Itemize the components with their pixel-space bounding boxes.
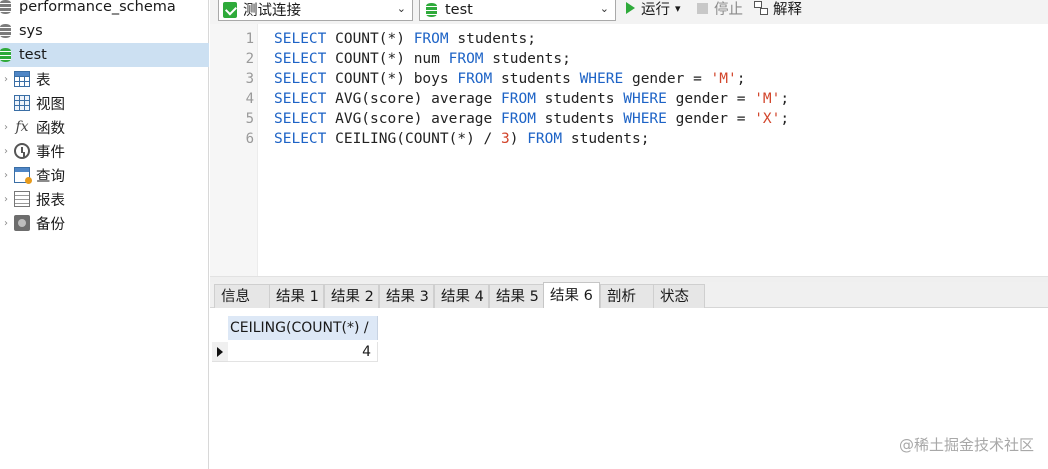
tree-item-reports[interactable]: › 报表 (0, 187, 209, 211)
tree-item-views[interactable]: 视图 (0, 91, 209, 115)
tree-item-label: 查询 (36, 168, 65, 185)
tree-item-functions[interactable]: › fx 函数 (0, 115, 209, 139)
line-number: 1 (245, 31, 254, 47)
expand-icon[interactable]: › (0, 122, 12, 133)
tab-result-3[interactable]: 结果 3 (379, 284, 434, 308)
report-icon (14, 191, 30, 207)
chevron-down-icon: ⌄ (599, 2, 609, 15)
column-header[interactable]: CEILING(COUNT(*) / (228, 316, 378, 340)
chevron-down-icon: ⌄ (396, 2, 406, 15)
line-number: 6 (245, 131, 254, 147)
connection-select-value: 测试连接 (243, 3, 301, 19)
tab-result-4[interactable]: 结果 4 (434, 284, 489, 308)
tree-db-label: test (19, 47, 47, 63)
stop-icon (697, 2, 708, 14)
tab-result-6[interactable]: 结果 6 (543, 282, 600, 309)
tree-item-events[interactable]: › 事件 (0, 139, 209, 163)
tree-db-label: performance_schema (19, 0, 176, 15)
explain-button-label: 解释 (773, 1, 802, 18)
tree-item-label: 表 (36, 72, 51, 89)
code-line: SELECT AVG(score) average FROM students … (274, 91, 790, 107)
tree-item-label: 视图 (36, 96, 65, 113)
event-icon (14, 143, 30, 159)
code-line: SELECT COUNT(*) num FROM students; (274, 51, 571, 67)
run-dropdown-icon[interactable]: ▾ (675, 2, 681, 15)
table-icon (14, 71, 30, 87)
connection-select[interactable]: 测试连接 ⌄ (218, 0, 413, 21)
tree-item-label: 事件 (36, 144, 65, 161)
expand-icon[interactable]: › (0, 74, 12, 85)
tree-item-label: 函数 (36, 120, 65, 137)
database-icon (0, 24, 11, 38)
line-number-gutter: 1 2 3 4 5 6 (210, 24, 258, 276)
view-icon (14, 95, 30, 111)
tab-info[interactable]: 信息 (214, 284, 270, 308)
code-line: SELECT COUNT(*) FROM students; (274, 31, 536, 47)
sql-editor[interactable]: 1 2 3 4 5 6 SELECT COUNT(*) FROM student… (210, 24, 1048, 276)
tree-item-label: 备份 (36, 216, 65, 233)
tab-result-2[interactable]: 结果 2 (324, 284, 379, 308)
line-number: 4 (245, 91, 254, 107)
explain-icon (754, 1, 769, 15)
expand-icon[interactable]: › (0, 194, 12, 205)
backup-icon (14, 215, 30, 231)
play-icon (626, 2, 635, 14)
tab-profile[interactable]: 剖析 (600, 284, 654, 308)
expand-icon[interactable]: › (0, 218, 12, 229)
code-line: SELECT COUNT(*) boys FROM students WHERE… (274, 71, 746, 87)
query-icon (14, 167, 32, 184)
tree-db-test[interactable]: test (0, 43, 209, 67)
tree-db-label: sys (19, 23, 43, 39)
line-number: 3 (245, 71, 254, 87)
run-button-label: 运行 (641, 1, 670, 18)
query-toolbar: 测试连接 ⌄ test ⌄ 运行 ▾ 停止 解释 (210, 0, 1048, 24)
connection-icon (223, 1, 237, 18)
tab-result-1[interactable]: 结果 1 (269, 284, 324, 308)
function-icon: fx (15, 119, 29, 135)
stop-button[interactable]: 停止 (697, 0, 743, 18)
tree-db-sys[interactable]: sys (0, 19, 209, 43)
run-button[interactable]: 运行 ▾ (626, 0, 681, 18)
expand-icon[interactable]: › (0, 170, 12, 181)
tree-db-performance-schema[interactable]: performance_schema (0, 0, 209, 19)
tree-item-label: 报表 (36, 192, 65, 209)
tree-item-queries[interactable]: › 查询 (0, 163, 209, 187)
database-select-value: test (445, 1, 473, 18)
tab-result-5[interactable]: 结果 5 (489, 284, 544, 308)
explain-button[interactable]: 解释 (754, 0, 802, 18)
database-select[interactable]: test ⌄ (419, 0, 616, 21)
database-icon (0, 48, 11, 62)
tree-item-backups[interactable]: › 备份 (0, 211, 209, 235)
current-row-marker-icon (212, 342, 228, 362)
object-tree-sidebar: performance_schema sys test › 表 视图 › fx … (0, 0, 209, 469)
tree-item-tables[interactable]: › 表 (0, 67, 209, 91)
result-cell[interactable]: 4 (228, 342, 378, 362)
line-number: 2 (245, 51, 254, 67)
expand-icon[interactable]: › (0, 146, 12, 157)
code-line: SELECT AVG(score) average FROM students … (274, 111, 790, 127)
tab-status[interactable]: 状态 (653, 284, 705, 308)
watermark: @稀土掘金技术社区 (898, 436, 1034, 454)
code-line: SELECT CEILING(COUNT(*) / 3) FROM studen… (274, 131, 650, 147)
database-icon (0, 0, 11, 14)
database-icon (426, 2, 437, 17)
result-tabbar: 信息 结果 1 结果 2 结果 3 结果 4 结果 5 结果 6 剖析 状态 (210, 282, 1048, 309)
stop-button-label: 停止 (714, 1, 743, 18)
line-number: 5 (245, 111, 254, 127)
